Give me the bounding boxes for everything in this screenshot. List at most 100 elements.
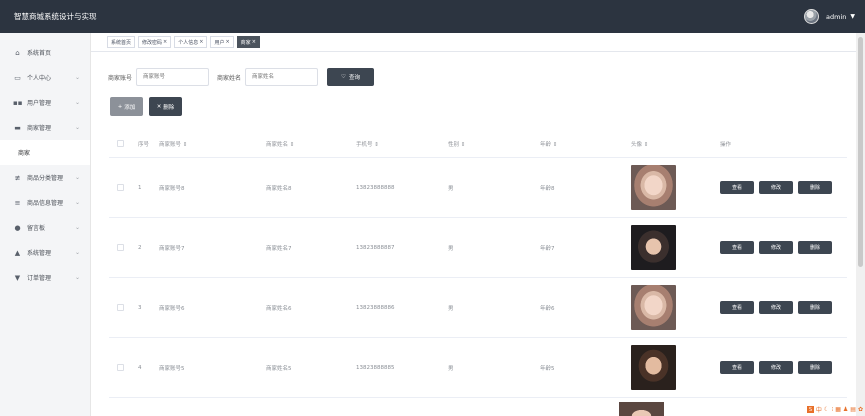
- row-checkbox-cell: [109, 304, 138, 311]
- close-icon[interactable]: ×: [199, 39, 203, 45]
- cell-phone: 13823888888: [356, 184, 395, 191]
- sidebar-item-label: 系统管理: [27, 250, 52, 257]
- sidebar-item-8[interactable]: ▲ 系统管理 ⌄: [0, 240, 90, 265]
- delete-row-button[interactable]: 删除: [798, 241, 832, 254]
- row-checkbox[interactable]: [117, 184, 124, 191]
- sidebar-item-0[interactable]: ⌂ 系统首页: [0, 40, 90, 65]
- delete-row-button[interactable]: 删除: [798, 181, 832, 194]
- edit-button[interactable]: 修改: [759, 241, 793, 254]
- cell-account: 商家账号5: [159, 365, 185, 372]
- user-menu[interactable]: admin ▼: [804, 9, 855, 24]
- table-body: 1 商家账号8 商家姓名8 13823888888 男年龄8 查看 修改 删除 2 商家账号7 商家…: [109, 158, 847, 398]
- sidebar-item-5[interactable]: ≢ 商品分类管理 ⌄: [0, 165, 90, 190]
- cell-sex: 男: [448, 365, 454, 372]
- cell-age: 年龄6: [540, 305, 555, 312]
- close-icon: ✕: [156, 103, 162, 110]
- cell-avatar: [631, 165, 720, 210]
- column-header[interactable]: 头像 ⇕: [631, 140, 720, 148]
- merchant-avatar-image: [631, 225, 676, 270]
- cell-actions: 查看 修改 删除: [720, 241, 847, 254]
- tray-person-icon: ♟: [842, 406, 849, 413]
- tag-label: 系统首页: [111, 39, 132, 46]
- column-header[interactable]: 年龄 ⇕: [540, 140, 631, 148]
- close-icon[interactable]: ×: [225, 39, 229, 45]
- delete-row-button[interactable]: 删除: [798, 361, 832, 374]
- tray-settings-icon: ✿: [857, 406, 863, 413]
- avatar[interactable]: [804, 9, 819, 24]
- account-search-input[interactable]: [136, 68, 210, 86]
- tray-keyboard-icon: ▦: [835, 406, 841, 413]
- tag-4[interactable]: 商家 ×: [236, 36, 260, 48]
- sidebar-item-label: 商品信息管理: [27, 200, 64, 207]
- table-row: 4 商家账号5 商家姓名5 13823888885 男 年龄5 查看 修改 删除: [109, 338, 847, 398]
- add-button[interactable]: + 添加: [110, 97, 143, 116]
- action-bar: + 添加 ✕ 删除: [110, 97, 188, 116]
- column-header[interactable]: 商家姓名 ⇕: [266, 140, 356, 148]
- column-header[interactable]: 商家账号 ⇕: [159, 140, 266, 148]
- top-header: 智慧商城系统设计与实现 admin ▼: [0, 0, 865, 33]
- column-header: 序号: [138, 141, 150, 148]
- username[interactable]: admin: [826, 13, 846, 21]
- cell-account: 商家账号6: [159, 305, 185, 312]
- close-icon[interactable]: ×: [252, 39, 256, 45]
- chevron-down-icon: ⌄: [74, 99, 80, 106]
- cell-age: 年龄7: [540, 245, 555, 252]
- edit-button[interactable]: 修改: [759, 361, 793, 374]
- close-icon[interactable]: ×: [163, 39, 167, 45]
- location-icon: ●: [14, 223, 21, 232]
- tag-3[interactable]: 用户 ×: [210, 36, 234, 48]
- column-header[interactable]: 性别 ⇕: [448, 140, 540, 148]
- sidebar-item-label: 个人中心: [27, 75, 52, 82]
- row-checkbox[interactable]: [117, 304, 124, 311]
- cell-account: 商家账号8: [159, 185, 185, 192]
- tag-label: 个人信息: [178, 39, 199, 46]
- sliders-icon: ≢: [14, 173, 21, 182]
- select-all-checkbox[interactable]: [117, 140, 124, 147]
- sidebar-item-label: 用户管理: [27, 100, 52, 107]
- cell-index: 4: [138, 364, 142, 371]
- chevron-down-icon: ⌄: [74, 124, 80, 131]
- chevron-down-icon: ⌄: [74, 174, 80, 181]
- tags-view: 系统首页 修改密码 × 个人信息 × 用户 × 商家 ×: [91, 33, 856, 52]
- edit-button[interactable]: 修改: [759, 301, 793, 314]
- scrollbar-thumb[interactable]: [858, 37, 863, 267]
- sidebar-item-1[interactable]: ▭ 个人中心 ⌄: [0, 65, 90, 90]
- header-checkbox-cell: [109, 140, 138, 147]
- row-checkbox[interactable]: [117, 244, 124, 251]
- add-button-label: 添加: [124, 104, 136, 111]
- chevron-down-icon: ⌄: [74, 274, 80, 281]
- name-search-input[interactable]: [245, 68, 319, 86]
- search-button[interactable]: ♡ 查询: [327, 68, 375, 86]
- table-row: 1 商家账号8 商家姓名8 13823888888 男 年龄8 查看 修改 删除: [109, 158, 847, 218]
- tag-2[interactable]: 个人信息 ×: [174, 36, 208, 48]
- sidebar-item-9[interactable]: ▼ 订单管理 ⌄: [0, 265, 90, 290]
- scrollbar[interactable]: [856, 33, 865, 416]
- edit-button[interactable]: 修改: [759, 181, 793, 194]
- view-button[interactable]: 查看: [720, 181, 754, 194]
- column-header: 操作: [720, 141, 732, 148]
- sidebar-item-3[interactable]: ▬ 商家管理 ⌄: [0, 115, 90, 140]
- tag-1[interactable]: 修改密码 ×: [138, 36, 172, 48]
- view-button[interactable]: 查看: [720, 361, 754, 374]
- account-label: 商家账号: [108, 74, 133, 82]
- tag-0[interactable]: 系统首页: [107, 36, 136, 48]
- grid-icon: ▪▪: [13, 98, 23, 107]
- tag-label: 用户: [214, 39, 225, 46]
- sidebar-item-6[interactable]: ≡ 商品信息管理 ⌄: [0, 190, 90, 215]
- merchant-table: 序号 商家账号 ⇕ 商家姓名 ⇕ 手机号 ⇕ 性别 ⇕ 年龄 ⇕ 头像 ⇕ 操作 1 商家账号8…: [109, 130, 847, 398]
- caret-down-icon[interactable]: ▼: [850, 13, 855, 20]
- sidebar-item-label: 订单管理: [27, 275, 52, 282]
- cell-index: 3: [138, 304, 142, 311]
- calendar-icon: ▭: [14, 73, 21, 82]
- delete-button[interactable]: ✕ 删除: [149, 97, 182, 116]
- view-button[interactable]: 查看: [720, 241, 754, 254]
- view-button[interactable]: 查看: [720, 301, 754, 314]
- column-header[interactable]: 手机号 ⇕: [356, 140, 448, 148]
- row-checkbox[interactable]: [117, 364, 124, 371]
- sidebar-subitem-merchant[interactable]: 商家: [0, 140, 90, 165]
- sidebar-item-2[interactable]: ▪▪ 用户管理 ⌄: [0, 90, 90, 115]
- delete-row-button[interactable]: 删除: [798, 301, 832, 314]
- chevron-down-icon: ⌄: [74, 224, 80, 231]
- sidebar-item-7[interactable]: ● 留言板 ⌄: [0, 215, 90, 240]
